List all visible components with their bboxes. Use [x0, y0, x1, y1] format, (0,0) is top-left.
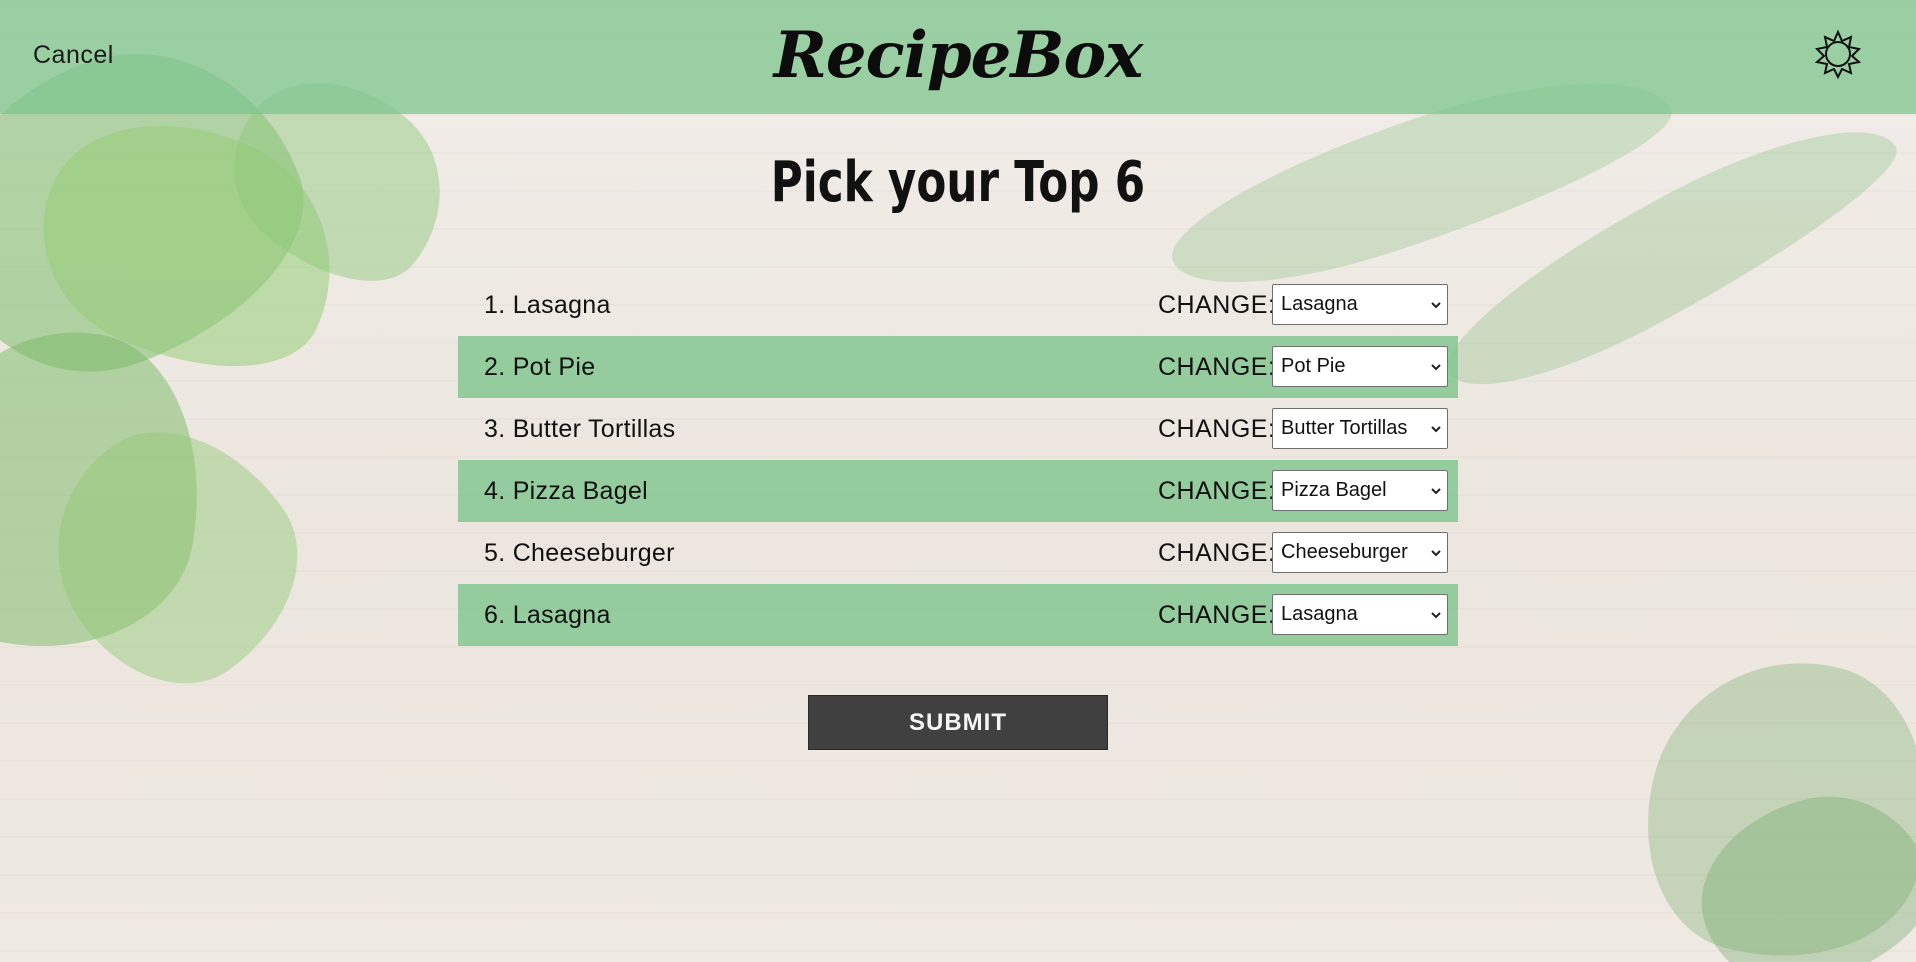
recipe-rank-label: 4. Pizza Bagel — [484, 476, 649, 505]
change-label: CHANGE: — [1158, 291, 1276, 319]
list-item: 4. Pizza Bagel CHANGE: Pizza Bagel — [458, 460, 1458, 522]
recipe-select-2[interactable]: Pot Pie — [1272, 346, 1448, 387]
recipe-select-4[interactable]: Pizza Bagel — [1272, 470, 1448, 511]
top-navbar: Cancel RecipeBox — [0, 0, 1916, 114]
recipe-rank-label: 2. Pot Pie — [484, 352, 596, 381]
list-item: 3. Butter Tortillas CHANGE: Butter Torti… — [458, 398, 1458, 460]
gear-icon[interactable] — [1812, 28, 1864, 80]
chevron-down-icon — [1431, 301, 1441, 308]
submit-button[interactable]: SUBMIT — [808, 695, 1108, 750]
recipebox-logo: RecipeBox — [773, 18, 1144, 93]
recipe-select-value: Lasagna — [1281, 603, 1358, 625]
list-item: 2. Pot Pie CHANGE: Pot Pie — [458, 336, 1458, 398]
recipe-select-1[interactable]: Lasagna — [1272, 284, 1448, 325]
change-label: CHANGE: — [1158, 353, 1276, 381]
change-label: CHANGE: — [1158, 601, 1276, 629]
top-six-list: 1. Lasagna CHANGE: Lasagna 2. Pot Pie CH… — [458, 274, 1458, 646]
chevron-down-icon — [1431, 487, 1441, 494]
chevron-down-icon — [1431, 549, 1441, 556]
list-item: 5. Cheeseburger CHANGE: Cheeseburger — [458, 522, 1458, 584]
recipe-select-value: Pot Pie — [1281, 355, 1346, 377]
recipe-rank-label: 1. Lasagna — [484, 290, 611, 319]
recipe-select-value: Pizza Bagel — [1281, 479, 1387, 501]
recipe-select-value: Lasagna — [1281, 293, 1358, 315]
chevron-down-icon — [1431, 425, 1441, 432]
recipe-select-6[interactable]: Lasagna — [1272, 594, 1448, 635]
change-label: CHANGE: — [1158, 415, 1276, 443]
chevron-down-icon — [1431, 611, 1441, 618]
recipe-select-value: Butter Tortillas — [1281, 417, 1408, 439]
recipe-rank-label: 5. Cheeseburger — [484, 538, 675, 567]
page-title: Pick your Top 6 — [770, 150, 1146, 215]
recipe-rank-label: 6. Lasagna — [484, 600, 611, 629]
list-item: 6. Lasagna CHANGE: Lasagna — [458, 584, 1458, 646]
list-item: 1. Lasagna CHANGE: Lasagna — [458, 274, 1458, 336]
recipe-select-5[interactable]: Cheeseburger — [1272, 532, 1448, 573]
chevron-down-icon — [1431, 363, 1441, 370]
change-label: CHANGE: — [1158, 477, 1276, 505]
recipe-select-value: Cheeseburger — [1281, 541, 1408, 563]
recipe-select-3[interactable]: Butter Tortillas — [1272, 408, 1448, 449]
recipe-rank-label: 3. Butter Tortillas — [484, 414, 676, 443]
change-label: CHANGE: — [1158, 539, 1276, 567]
